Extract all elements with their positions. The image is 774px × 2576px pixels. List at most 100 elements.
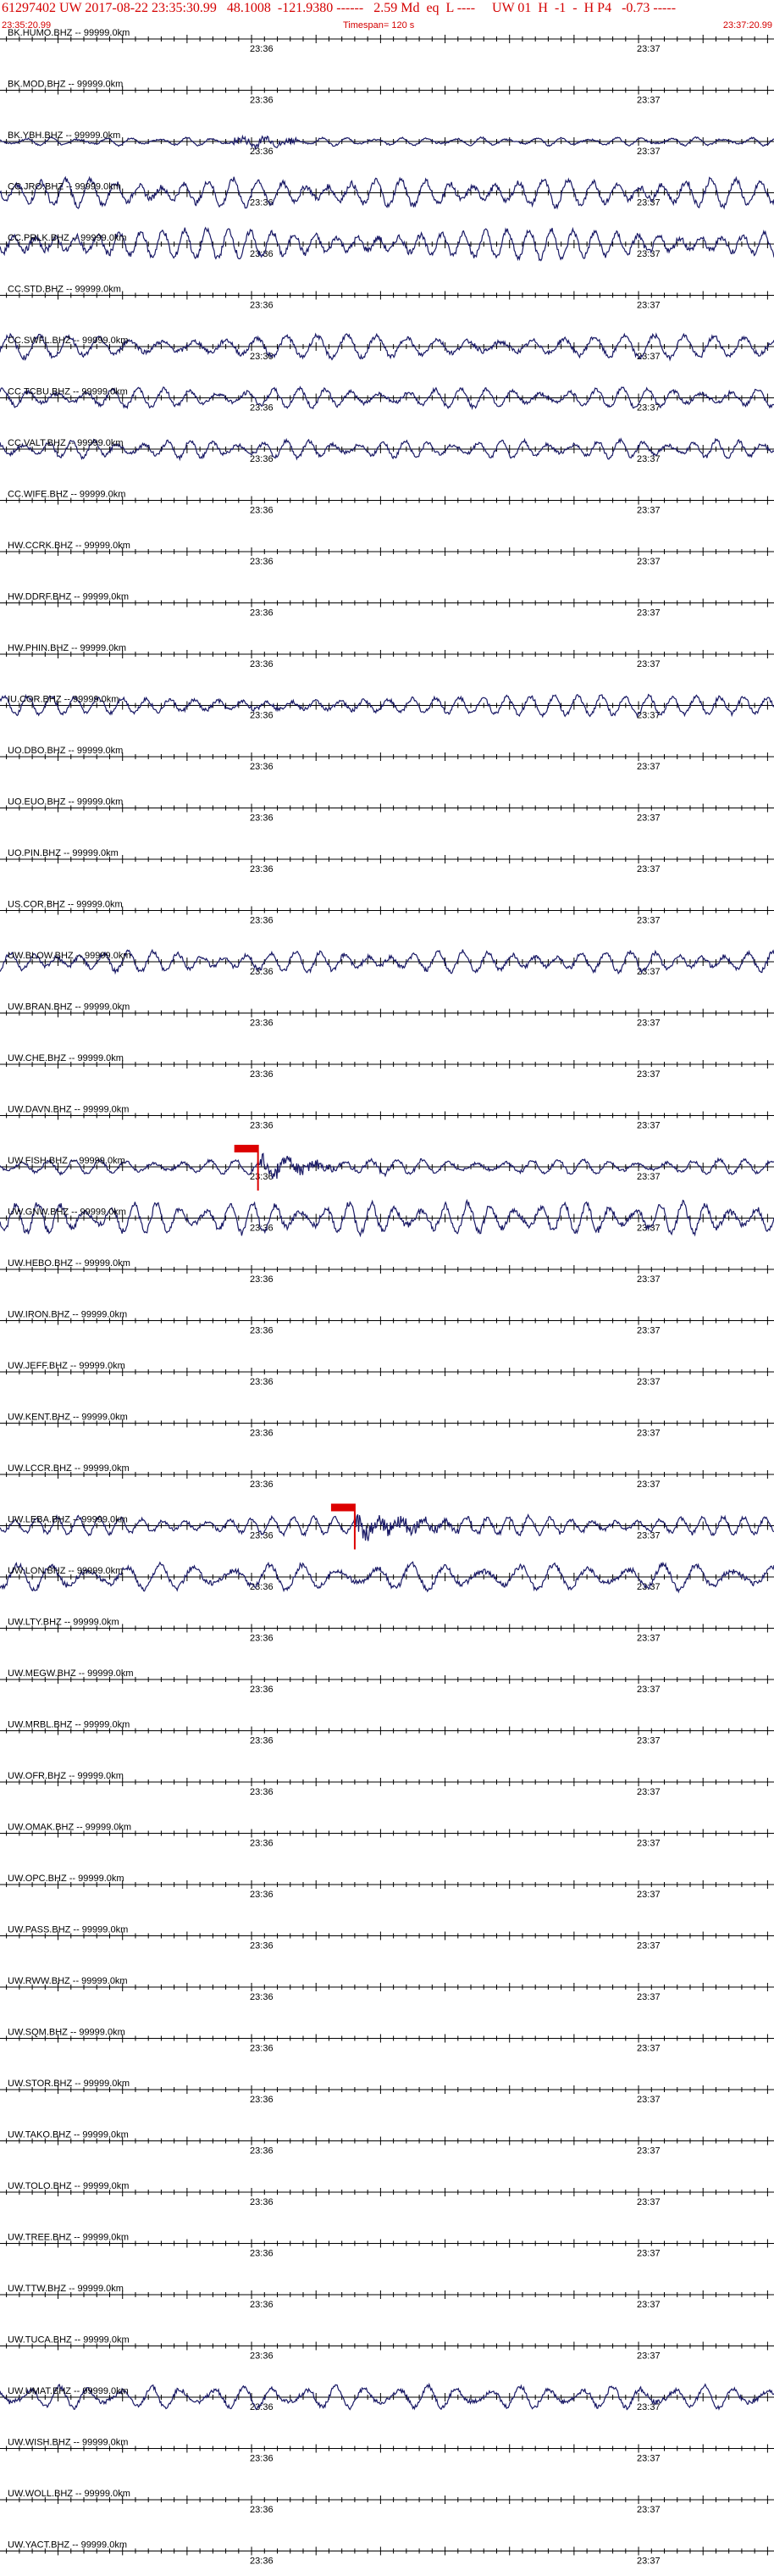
- time-tick-label: 23:36: [250, 813, 274, 824]
- time-tick-label: 23:36: [250, 2197, 274, 2207]
- time-tick-label: 23:37: [637, 2557, 661, 2567]
- trace-row: 23:36 23:37 UW.MRBL.BHZ -- 99999.0km: [0, 1720, 774, 1746]
- time-tick-label: 23:37: [637, 1736, 661, 1746]
- trace-row: 23:36 23:37 UW.TAKO.BHZ -- 99999.0km: [0, 2130, 774, 2157]
- trace-row: 23:36 23:37 UO.EUO.BHZ -- 99999.0km: [0, 797, 774, 824]
- trace-row: 23:36 23:37 UW.CHE.BHZ -- 99999.0km: [0, 1053, 774, 1080]
- trace-row: 23:36 23:37UW.FISH.BHZ -- 99999.0km: [0, 1145, 774, 1191]
- station-label: BK.YBH.BHZ -- 99999.0km: [8, 130, 120, 141]
- station-label: UW.DAVN.BHZ -- 99999.0km: [8, 1105, 129, 1115]
- station-label: UW.TOLO.BHZ -- 99999.0km: [8, 2181, 129, 2191]
- time-tick-label: 23:37: [637, 301, 661, 311]
- time-tick-label: 23:37: [637, 1634, 661, 1644]
- time-tick-label: 23:36: [250, 1326, 274, 1336]
- time-tick-label: 23:36: [250, 1121, 274, 1131]
- time-tick-label: 23:37: [637, 454, 661, 464]
- station-label: UO.EUO.BHZ -- 99999.0km: [8, 797, 123, 808]
- time-tick-label: 23:36: [250, 2044, 274, 2054]
- station-label: UW.KENT.BHZ -- 99999.0km: [8, 1413, 128, 1423]
- time-tick-label: 23:37: [637, 1890, 661, 1900]
- time-tick-label: 23:37: [637, 1531, 661, 1541]
- time-tick-label: 23:36: [250, 1582, 274, 1592]
- time-tick-label: 23:36: [250, 454, 274, 464]
- trace-row: 23:36 23:37 CC.WIFE.BHZ -- 99999.0km: [0, 490, 774, 516]
- station-label: BK.MOD.BHZ -- 99999.0km: [8, 80, 123, 90]
- station-label: UW.LON.BHZ -- 99999.0km: [8, 1566, 123, 1576]
- station-label: UW.LCCR.BHZ -- 99999.0km: [8, 1463, 130, 1474]
- station-label: UW.JEFF.BHZ -- 99999.0km: [8, 1361, 125, 1371]
- station-label: US.COR.BHZ -- 99999.0km: [8, 900, 123, 910]
- station-label: UW.RWW.BHZ -- 99999.0km: [8, 1976, 128, 1986]
- time-tick-label: 23:37: [637, 864, 661, 874]
- trace-row: 23:36 23:37 UW.TREE.BHZ -- 99999.0km: [0, 2233, 774, 2259]
- time-tick-label: 23:36: [250, 1787, 274, 1797]
- trace-row: 23:36 23:37 UW.OPC.BHZ -- 99999.0km: [0, 1874, 774, 1900]
- time-tick-label: 23:36: [250, 1685, 274, 1695]
- station-label: CC.JRO.BHZ -- 99999.0km: [8, 182, 121, 192]
- trace-row: 23:36 23:37 UO.PIN.BHZ -- 99999.0km: [0, 848, 774, 874]
- time-tick-label: 23:37: [637, 1685, 661, 1695]
- time-tick-label: 23:36: [250, 864, 274, 874]
- time-tick-label: 23:36: [250, 762, 274, 772]
- time-tick-label: 23:37: [637, 2095, 661, 2105]
- trace-row: 23:36 23:37 CC.STD.BHZ -- 99999.0km: [0, 285, 774, 311]
- time-tick-label: 23:37: [637, 96, 661, 106]
- time-tick-label: 23:37: [637, 2197, 661, 2207]
- trace-row: 23:36 23:37 UW.BRAN.BHZ -- 99999.0km: [0, 1002, 774, 1029]
- station-label: UW.UMAT.BHZ -- 99999.0km: [8, 2386, 129, 2396]
- time-tick-label: 23:37: [637, 967, 661, 977]
- station-label: UW.WOLL.BHZ -- 99999.0km: [8, 2489, 130, 2499]
- pick-flag: [234, 1145, 258, 1152]
- time-tick-label: 23:37: [637, 2454, 661, 2464]
- time-tick-label: 23:37: [637, 2146, 661, 2157]
- time-tick-label: 23:37: [637, 2044, 661, 2054]
- station-label: CC.WIFE.BHZ -- 99999.0km: [8, 490, 125, 500]
- trace-row: 23:36 23:37 US.COR.BHZ -- 99999.0km: [0, 900, 774, 926]
- time-tick-label: 23:36: [250, 1531, 274, 1541]
- station-label: BK.HUMO.BHZ -- 99999.0km: [8, 28, 130, 38]
- time-tick-label: 23:37: [637, 813, 661, 824]
- time-tick-label: 23:37: [637, 147, 661, 157]
- time-tick-label: 23:37: [637, 1172, 661, 1182]
- station-label: CC.PRLK.BHZ -- 99999.0km: [8, 233, 127, 243]
- trace-row: 23:36 23:37 UW.WOLL.BHZ -- 99999.0km: [0, 2489, 774, 2515]
- time-tick-label: 23:37: [637, 1019, 661, 1029]
- station-label: UW.MEGW.BHZ -- 99999.0km: [8, 1668, 134, 1679]
- time-tick-label: 23:36: [250, 301, 274, 311]
- time-tick-label: 23:36: [250, 1069, 274, 1080]
- time-tick-label: 23:37: [637, 2402, 661, 2412]
- time-tick-label: 23:36: [250, 96, 274, 106]
- station-label: UW.WISH.BHZ -- 99999.0km: [8, 2438, 128, 2448]
- station-label: UW.OMAK.BHZ -- 99999.0km: [8, 1823, 131, 1833]
- time-tick-label: 23:36: [250, 1634, 274, 1644]
- station-label: UW.OPC.BHZ -- 99999.0km: [8, 1874, 124, 1884]
- station-label: UW.OFR.BHZ -- 99999.0km: [8, 1771, 124, 1781]
- time-tick-label: 23:37: [637, 352, 661, 362]
- trace-row: 23:36 23:37 UW.RWW.BHZ -- 99999.0km: [0, 1976, 774, 2002]
- time-tick-label: 23:36: [250, 1941, 274, 1951]
- time-tick-label: 23:36: [250, 403, 274, 414]
- station-label: UW.CHE.BHZ -- 99999.0km: [8, 1053, 124, 1063]
- trace-row: 23:36 23:37 HW.PHIN.BHZ -- 99999.0km: [0, 643, 774, 669]
- time-tick-label: 23:36: [250, 2351, 274, 2362]
- station-label: CC.VALT.BHZ -- 99999.0km: [8, 438, 124, 448]
- trace-row: 23:36 23:37 UW.DAVN.BHZ -- 99999.0km: [0, 1105, 774, 1131]
- time-tick-label: 23:37: [637, 659, 661, 669]
- time-tick-label: 23:36: [250, 659, 274, 669]
- time-tick-label: 23:36: [250, 2146, 274, 2157]
- trace-row: 23:36 23:37UW.GNW.BHZ -- 99999.0km: [0, 1198, 774, 1238]
- trace-row: 23:36 23:37 BK.YBH.BHZ -- 99999.0km: [0, 130, 774, 157]
- time-tick-label: 23:37: [637, 403, 661, 414]
- station-label: UW.TUCA.BHZ -- 99999.0km: [8, 2335, 130, 2346]
- time-tick-label: 23:36: [250, 2249, 274, 2259]
- trace-row: 23:36 23:37CC.JRO.BHZ -- 99999.0km: [0, 175, 774, 210]
- trace-row: 23:36 23:37 UW.LON.BHZ -- 99999.0km: [0, 1561, 774, 1594]
- time-tick-label: 23:36: [250, 1480, 274, 1490]
- trace-row: 23:36 23:37 CC.TCBU.BHZ -- 99999.0km: [0, 386, 774, 414]
- station-label: UW.MRBL.BHZ -- 99999.0km: [8, 1720, 130, 1730]
- trace-row: 23:36 23:37CC.SWFL.BHZ -- 99999.0km: [0, 332, 774, 362]
- trace-row: 23:36 23:37 UW.YACT.BHZ -- 99999.0km: [0, 2540, 774, 2567]
- time-tick-label: 23:36: [250, 1377, 274, 1387]
- time-tick-label: 23:37: [637, 249, 661, 259]
- time-tick-label: 23:36: [250, 1890, 274, 1900]
